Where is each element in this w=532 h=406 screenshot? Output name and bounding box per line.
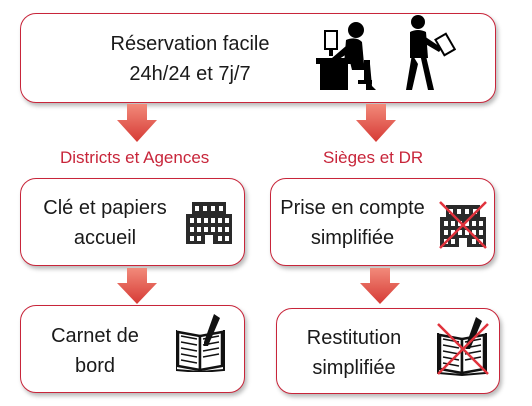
top-box-line2: 24h/24 et 7j/7 (129, 63, 251, 85)
right-box-2-text: Restitution simplifiée (284, 323, 424, 383)
right-box-1-line2: simplifiée (310, 227, 395, 249)
arrow-top-left (117, 104, 157, 142)
right-box-2-line1: Restitution (306, 327, 402, 349)
walking-person-with-tablet-icon (406, 15, 456, 90)
left-column-header: Districts et Agences (60, 148, 210, 167)
left-box-1-line1: Clé et papiers (43, 197, 167, 219)
right-box-1-text: Prise en compte simplifiée (270, 193, 435, 253)
person-at-desk-icon (316, 22, 376, 90)
left-box-1-line2: accueil (73, 227, 137, 249)
building-icon (186, 202, 232, 244)
top-box-text: Réservation facile 24h/24 et 7j/7 (65, 29, 315, 89)
top-box-line1: Réservation facile (110, 33, 270, 55)
left-box-1-text: Clé et papiers accueil (25, 193, 185, 253)
arrow-right-middle (360, 268, 400, 304)
right-box-1-line1: Prise en compte (280, 197, 425, 219)
right-column-header: Sièges et DR (323, 148, 424, 167)
arrow-left-middle (117, 268, 157, 304)
left-box-2-text: Carnet de bord (30, 321, 160, 381)
building-crossed-icon (439, 201, 487, 249)
left-box-2-line1: Carnet de (51, 325, 139, 347)
arrow-top-right (356, 104, 396, 142)
right-box-2-line2: simplifiée (312, 357, 396, 379)
logbook-icon (176, 314, 225, 372)
left-box-2-line2: bord (74, 355, 116, 377)
logbook-crossed-icon (437, 317, 489, 376)
